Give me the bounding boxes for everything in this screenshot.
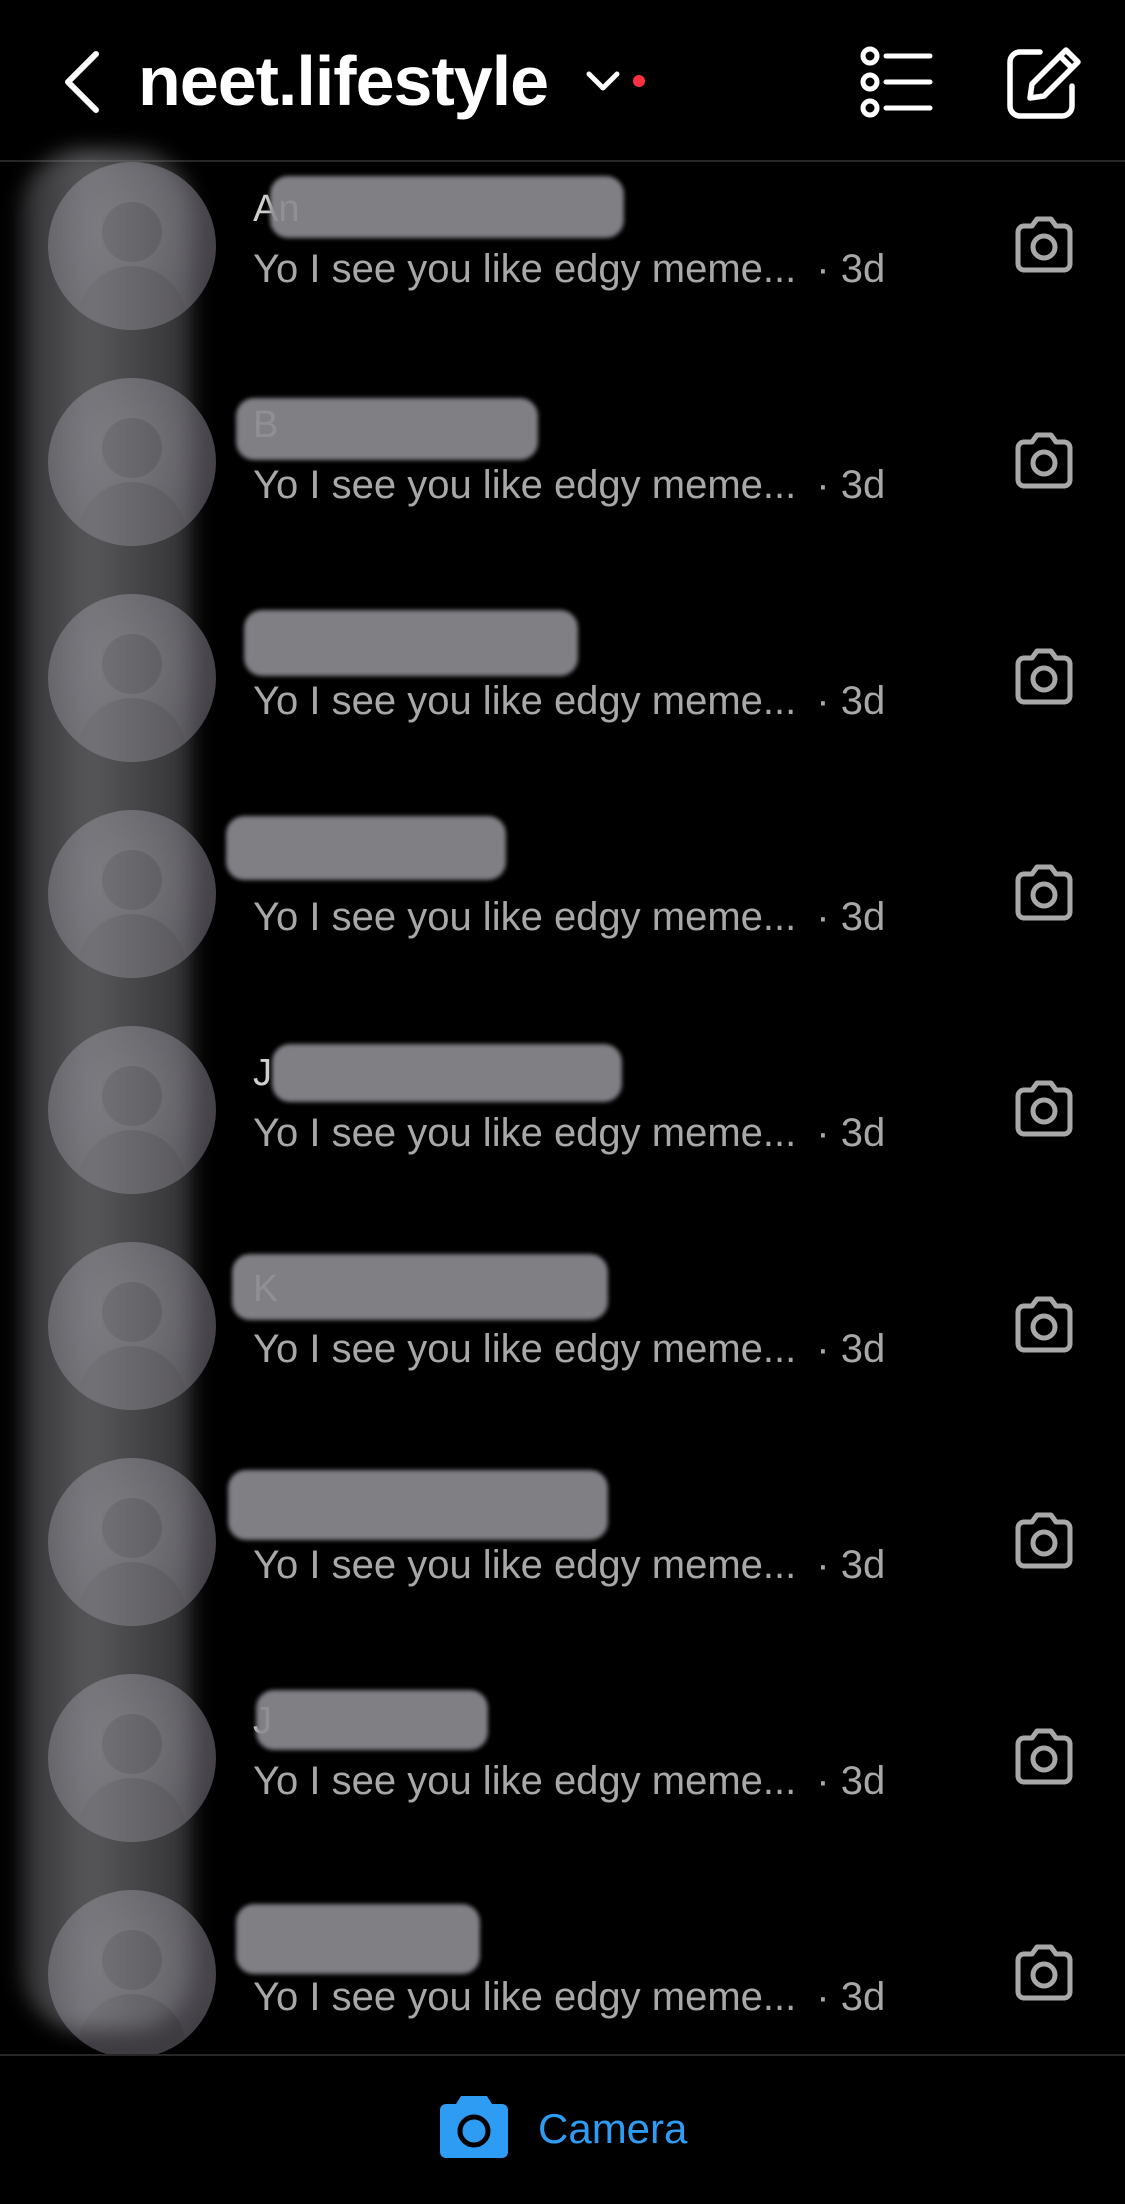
notification-dot (633, 75, 645, 87)
timestamp: · 3d (816, 1327, 886, 1371)
camera-icon[interactable] (1010, 858, 1078, 926)
avatar[interactable] (48, 1026, 216, 1194)
timestamp: · 3d (816, 1111, 886, 1155)
message-preview: Yo I see you like edgy meme... · 3d (253, 247, 886, 291)
message-preview: Yo I see you like edgy meme... · 3d (253, 895, 886, 939)
camera-icon[interactable] (436, 2094, 512, 2160)
list-item[interactable]: Yo I see you like edgy meme... · 3d (0, 810, 1125, 1026)
redaction (256, 1690, 488, 1750)
list-item[interactable]: An Yo I see you like edgy meme...· 3d (0, 162, 1125, 378)
camera-icon[interactable] (1010, 1506, 1078, 1574)
account-switcher-title[interactable]: neet.lifestyle (138, 36, 549, 126)
chevron-down-icon[interactable] (583, 62, 623, 102)
list-item[interactable]: J Yo I see you like edgy meme...· 3d (0, 1674, 1125, 1890)
timestamp: · 3d (816, 679, 886, 723)
back-button[interactable] (52, 42, 112, 122)
avatar[interactable] (48, 1890, 216, 2058)
redaction (228, 1470, 608, 1540)
timestamp: · 3d (816, 1759, 886, 1803)
timestamp: · 3d (816, 463, 886, 507)
compose-button[interactable] (1004, 44, 1084, 120)
list-item[interactable]: Yo I see you like edgy meme... · 3d (0, 1458, 1125, 1674)
chevron-left-icon (65, 51, 99, 113)
message-preview: Yo I see you like edgy meme... · 3d (253, 1975, 886, 2019)
avatar[interactable] (48, 378, 216, 546)
list-item[interactable]: Yo I see you like edgy meme... · 3d (0, 594, 1125, 810)
avatar[interactable] (48, 810, 216, 978)
avatar[interactable] (48, 1242, 216, 1410)
redaction (272, 1044, 622, 1102)
message-preview: Yo I see you like edgy meme... · 3d (253, 1327, 886, 1371)
avatar[interactable] (48, 1458, 216, 1626)
redaction (226, 816, 506, 880)
header: neet.lifestyle (0, 0, 1125, 162)
message-preview: Yo I see you like edgy meme... · 3d (253, 463, 886, 507)
list-button[interactable] (858, 44, 934, 120)
thread-list: An Yo I see you like edgy meme...· 3d B … (0, 162, 1125, 2106)
camera-button[interactable]: Camera (538, 2104, 687, 2154)
avatar[interactable] (48, 1674, 216, 1842)
camera-icon[interactable] (1010, 210, 1078, 278)
message-preview: Yo I see you like edgy meme... · 3d (253, 1543, 886, 1587)
redaction (236, 398, 538, 460)
camera-icon[interactable] (1010, 1722, 1078, 1790)
bottom-bar: Camera (0, 2054, 1125, 2204)
timestamp: · 3d (816, 247, 886, 291)
camera-icon[interactable] (1010, 426, 1078, 494)
message-preview: Yo I see you like edgy meme... · 3d (253, 1759, 886, 1803)
camera-icon[interactable] (1010, 1938, 1078, 2006)
redaction (236, 1904, 480, 1974)
message-preview: Yo I see you like edgy meme... · 3d (253, 679, 886, 723)
list-item[interactable]: B Yo I see you like edgy meme...· 3d (0, 378, 1125, 594)
timestamp: · 3d (816, 895, 886, 939)
timestamp: · 3d (816, 1975, 886, 2019)
list-item[interactable]: J Yo I see you like edgy meme...· 3d (0, 1026, 1125, 1242)
camera-icon[interactable] (1010, 1290, 1078, 1358)
redaction (232, 1254, 608, 1320)
avatar[interactable] (48, 162, 216, 330)
avatar[interactable] (48, 594, 216, 762)
list-icon (860, 46, 933, 118)
timestamp: · 3d (816, 1543, 886, 1587)
camera-icon[interactable] (1010, 1074, 1078, 1142)
redaction (244, 610, 578, 676)
redaction (270, 176, 624, 238)
thread-name: J (253, 1052, 272, 1094)
message-preview: Yo I see you like edgy meme... · 3d (253, 1111, 886, 1155)
camera-icon[interactable] (1010, 642, 1078, 710)
list-item[interactable]: K Yo I see you like edgy meme...· 3d (0, 1242, 1125, 1458)
compose-icon (1007, 47, 1081, 119)
